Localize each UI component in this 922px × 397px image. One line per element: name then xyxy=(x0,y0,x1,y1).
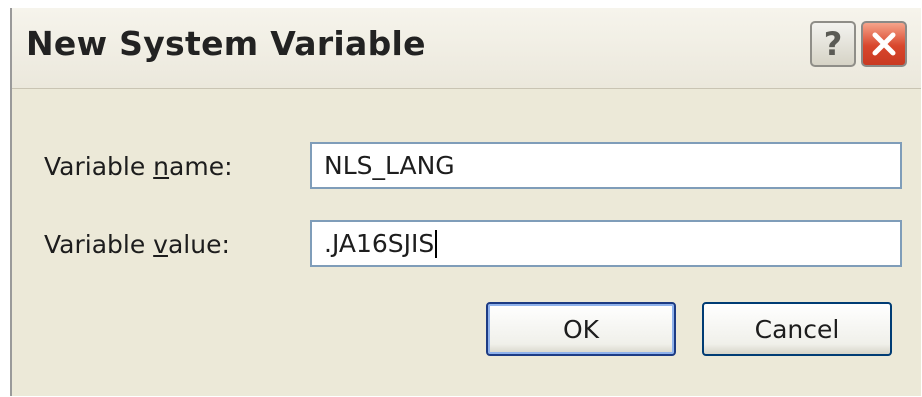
help-icon: ? xyxy=(823,25,843,63)
help-button[interactable]: ? xyxy=(810,21,856,67)
variable-value-field[interactable]: .JA16SJIS xyxy=(310,220,902,267)
variable-name-label-accelerator: n xyxy=(153,152,170,181)
variable-value-label-prefix: Variable xyxy=(44,230,154,259)
variable-value-label-accelerator: v xyxy=(153,230,168,259)
new-system-variable-dialog: New System Variable ? Variable name: NLS… xyxy=(10,8,921,396)
variable-value-label-suffix: alue: xyxy=(167,230,230,259)
cancel-button-label: Cancel xyxy=(754,314,840,344)
dialog-content: Variable name: NLS_LANG Variable value: … xyxy=(12,89,921,396)
variable-value-value: .JA16SJIS xyxy=(324,229,435,258)
variable-name-label-suffix: ame: xyxy=(169,152,233,181)
ok-button-label: OK xyxy=(562,314,600,344)
variable-name-field[interactable]: NLS_LANG xyxy=(310,142,902,189)
dialog-titlebar[interactable]: New System Variable ? xyxy=(12,8,921,89)
variable-name-label: Variable name: xyxy=(44,152,233,181)
variable-value-label: Variable value: xyxy=(44,230,230,259)
dialog-title: New System Variable xyxy=(26,24,426,63)
close-button[interactable] xyxy=(861,21,907,67)
close-icon xyxy=(872,32,896,56)
ok-button[interactable]: OK xyxy=(486,302,676,356)
variable-name-value: NLS_LANG xyxy=(324,151,455,180)
variable-name-label-prefix: Variable xyxy=(44,152,154,181)
text-caret xyxy=(435,229,438,258)
cancel-button[interactable]: Cancel xyxy=(702,302,892,356)
